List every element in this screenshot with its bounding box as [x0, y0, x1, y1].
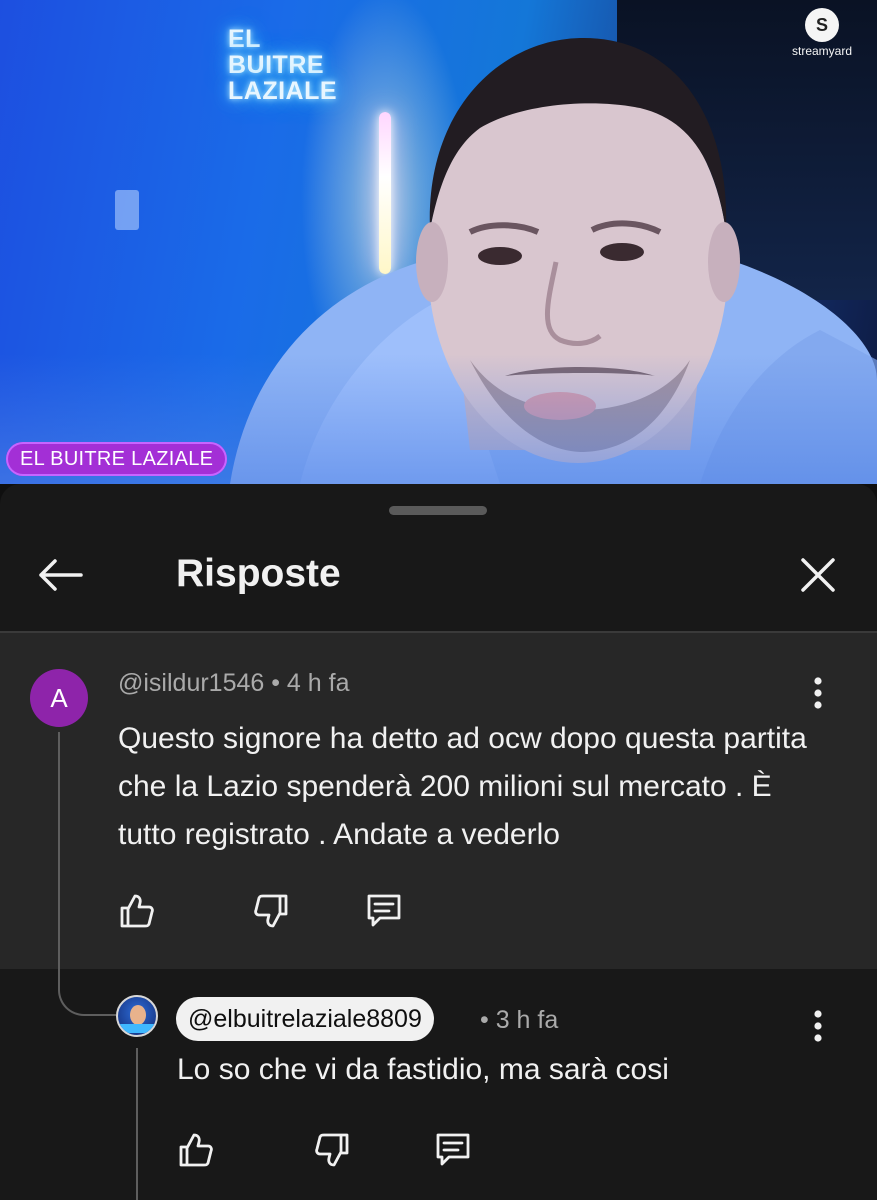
like-icon	[120, 894, 154, 928]
thread-connector	[58, 732, 116, 1016]
name-tag: EL BUITRE LAZIALE	[6, 442, 228, 476]
comment-text: Questo signore ha detto ad ocw dopo ques…	[118, 722, 807, 851]
reply-menu-button[interactable]	[798, 1006, 838, 1046]
reply-actions	[173, 1128, 475, 1172]
streamyard-label: streamyard	[791, 44, 853, 58]
reply-author-chip[interactable]: @elbuitrelaziale8809	[176, 997, 434, 1041]
comment-meta: @isildur1546 • 4 h fa	[118, 669, 350, 697]
drag-handle[interactable]	[389, 506, 487, 515]
dislike-icon	[254, 894, 288, 928]
parent-comment: A @isildur1546 • 4 h fa Questo signore h…	[0, 633, 877, 969]
more-vert-icon	[814, 677, 822, 709]
dislike-button[interactable]	[250, 889, 294, 933]
streamyard-logo: S	[805, 8, 839, 42]
video-player[interactable]: EL BUITRE LAZIALE S streamyard EL BUITRE…	[0, 0, 877, 484]
reply-thread-line	[136, 1048, 138, 1200]
like-button[interactable]	[114, 889, 158, 933]
reply-time: • 3 h fa	[480, 1006, 559, 1034]
back-button[interactable]	[30, 550, 90, 600]
comment-menu-button[interactable]	[798, 673, 838, 713]
panel-header: Risposte	[0, 534, 877, 632]
dislike-icon	[315, 1133, 349, 1167]
reply-text: Lo so che vi da fastidio, ma sarà cosi	[177, 1053, 669, 1086]
comment-actions	[114, 889, 406, 933]
avatar[interactable]: A	[30, 669, 88, 727]
reply-button[interactable]	[431, 1128, 475, 1172]
reply-avatar[interactable]	[116, 995, 158, 1037]
dislike-button[interactable]	[311, 1128, 355, 1172]
more-vert-icon	[814, 1010, 822, 1042]
reply-icon	[436, 1133, 470, 1166]
like-button[interactable]	[173, 1128, 217, 1172]
replies-panel: Risposte A @isildur1546 • 4 h fa Questo …	[0, 484, 877, 1200]
reply-icon	[367, 894, 401, 927]
page-title: Risposte	[176, 552, 341, 595]
close-icon	[801, 558, 835, 592]
arrow-left-icon	[39, 559, 83, 591]
reply-button[interactable]	[362, 889, 406, 933]
like-icon	[179, 1133, 213, 1167]
streamyard-watermark: S streamyard	[782, 8, 862, 58]
close-button[interactable]	[790, 550, 846, 600]
